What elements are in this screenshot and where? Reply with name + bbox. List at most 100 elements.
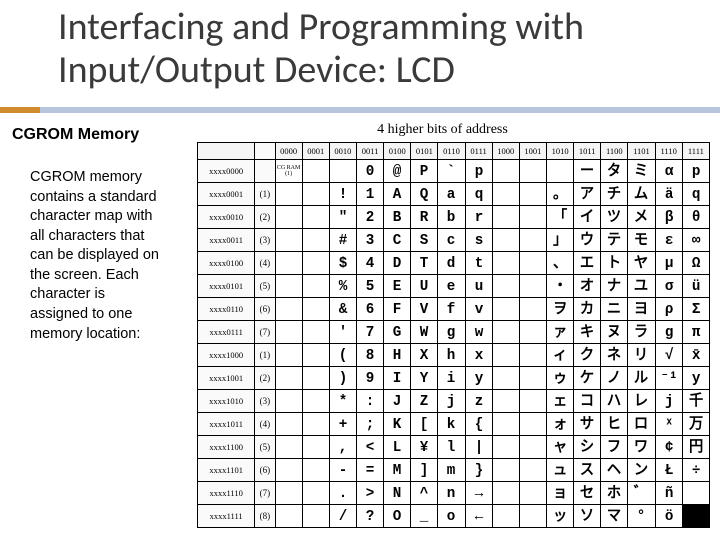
char-cell: { xyxy=(465,413,492,436)
char-cell: √ xyxy=(655,344,682,367)
char-cell: d xyxy=(438,252,465,275)
char-cell xyxy=(519,298,546,321)
char-cell xyxy=(546,160,573,183)
char-cell: シ xyxy=(574,436,601,459)
char-cell: 円 xyxy=(682,436,709,459)
char-cell: ス xyxy=(574,459,601,482)
char-cell: = xyxy=(357,459,384,482)
char-cell: エ xyxy=(574,252,601,275)
char-cell xyxy=(519,505,546,528)
char-cell: > xyxy=(357,482,384,505)
col-header: 1010 xyxy=(546,143,573,160)
char-cell xyxy=(302,505,329,528)
char-cell: α xyxy=(655,160,682,183)
char-cell: ー xyxy=(574,160,601,183)
char-cell: T xyxy=(411,252,438,275)
char-cell: ヲ xyxy=(546,298,573,321)
row-index: (7) xyxy=(255,482,275,505)
char-cell: モ xyxy=(628,229,655,252)
char-cell: E xyxy=(384,275,411,298)
char-cell: x xyxy=(465,344,492,367)
char-cell xyxy=(492,275,519,298)
char-cell xyxy=(275,505,302,528)
row-header: xxxx1100 xyxy=(198,436,255,459)
char-cell xyxy=(492,390,519,413)
corner-cell xyxy=(255,143,275,160)
char-cell: θ xyxy=(682,206,709,229)
char-cell xyxy=(302,229,329,252)
row-header: xxxx1101 xyxy=(198,459,255,482)
char-cell: テ xyxy=(601,229,628,252)
char-cell xyxy=(492,482,519,505)
char-cell: # xyxy=(329,229,356,252)
char-cell: ミ xyxy=(628,160,655,183)
char-cell: 「 xyxy=(546,206,573,229)
row-header: xxxx0100 xyxy=(198,252,255,275)
char-cell xyxy=(302,367,329,390)
col-header: 1100 xyxy=(601,143,628,160)
char-cell: K xyxy=(384,413,411,436)
char-cell: . xyxy=(329,482,356,505)
char-cell xyxy=(519,275,546,298)
char-cell: ニ xyxy=(601,298,628,321)
char-cell: マ xyxy=(601,505,628,528)
char-cell xyxy=(492,436,519,459)
char-cell xyxy=(275,390,302,413)
char-cell: | xyxy=(465,436,492,459)
char-cell: - xyxy=(329,459,356,482)
char-cell: ゥ xyxy=(546,367,573,390)
row-header: xxxx0001 xyxy=(198,183,255,206)
char-cell xyxy=(275,229,302,252)
char-cell: イ xyxy=(574,206,601,229)
char-cell: リ xyxy=(628,344,655,367)
char-cell: , xyxy=(329,436,356,459)
char-cell: j xyxy=(655,390,682,413)
char-cell: 9 xyxy=(357,367,384,390)
char-cell: ∞ xyxy=(682,229,709,252)
char-cell: k xyxy=(438,413,465,436)
char-cell: ← xyxy=(465,505,492,528)
char-cell xyxy=(275,252,302,275)
col-header: 0010 xyxy=(329,143,356,160)
char-cell: Y xyxy=(411,367,438,390)
char-cell xyxy=(492,344,519,367)
char-cell xyxy=(519,390,546,413)
char-cell xyxy=(492,298,519,321)
char-cell xyxy=(682,505,709,528)
char-cell xyxy=(492,229,519,252)
row-index: (3) xyxy=(255,229,275,252)
char-cell: ネ xyxy=(601,344,628,367)
slide: Interfacing and Programming with Input/O… xyxy=(0,0,720,540)
char-cell xyxy=(519,344,546,367)
char-cell: ル xyxy=(628,367,655,390)
char-cell: g xyxy=(655,321,682,344)
char-cell: o xyxy=(438,505,465,528)
char-cell: F xyxy=(384,298,411,321)
char-cell: m xyxy=(438,459,465,482)
char-cell: タ xyxy=(601,160,628,183)
char-cell: N xyxy=(384,482,411,505)
char-cell: * xyxy=(329,390,356,413)
char-cell: ハ xyxy=(601,390,628,413)
char-cell: P xyxy=(411,160,438,183)
char-cell: ¥ xyxy=(411,436,438,459)
slide-title: Interfacing and Programming with Input/O… xyxy=(58,6,700,91)
title-rule-line xyxy=(40,107,720,113)
char-cell xyxy=(302,413,329,436)
char-cell: ホ xyxy=(601,482,628,505)
char-cell: ヘ xyxy=(601,459,628,482)
char-cell: ゛ xyxy=(628,482,655,505)
row-header: xxxx0110 xyxy=(198,298,255,321)
section-heading: CGROM Memory xyxy=(12,125,162,145)
char-cell xyxy=(492,459,519,482)
char-cell xyxy=(302,160,329,183)
top-axis-label: 4 higher bits of address xyxy=(175,122,710,138)
char-cell: b xyxy=(438,206,465,229)
char-cell: ° xyxy=(628,505,655,528)
char-cell: ィ xyxy=(546,344,573,367)
char-cell: s xyxy=(465,229,492,252)
char-cell: ト xyxy=(601,252,628,275)
char-cell: ^ xyxy=(411,482,438,505)
char-cell: e xyxy=(438,275,465,298)
row-index: (2) xyxy=(255,206,275,229)
